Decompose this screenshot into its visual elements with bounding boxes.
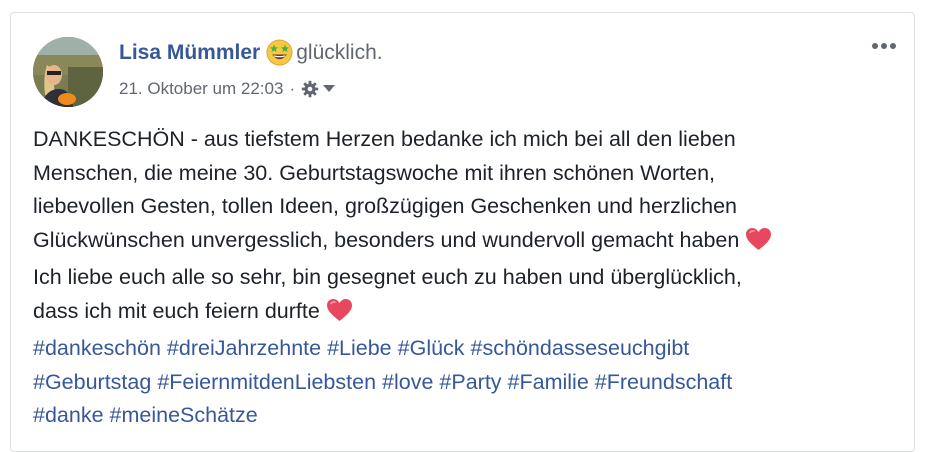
hashtag-link[interactable]: #Freundschaft: [595, 370, 732, 394]
hashtag-line: #dankeschön #dreiJahrzehnte #Liebe #Glüc…: [33, 332, 903, 366]
hashtag-link[interactable]: #dankeschön: [33, 336, 161, 360]
hashtag-line: #danke #meineSchätze: [33, 399, 903, 433]
author-name[interactable]: Lisa Mümmler: [119, 41, 260, 65]
post-meta: 21. Oktober um 22:03 ·: [119, 79, 336, 99]
text-line: DANKESCHÖN - aus tiefstem Herzen bedanke…: [33, 127, 736, 151]
grinning-star-eyes-emoji-icon: [266, 39, 293, 66]
hashtag-link[interactable]: #love: [382, 370, 433, 394]
hashtag-link[interactable]: #Glück: [398, 336, 465, 360]
post-timestamp[interactable]: 21. Oktober um 22:03: [119, 79, 283, 99]
meta-separator: ·: [289, 79, 296, 98]
text-line: liebevollen Gesten, tollen Ideen, großzü…: [33, 194, 737, 218]
post-card: Lisa Mümmler glücklich. 21. Oktober um 2…: [10, 12, 915, 452]
text-line-with-heart: Glückwünschen unvergesslich, besonders u…: [33, 224, 903, 262]
hashtag-link[interactable]: #Geburtstag: [33, 370, 151, 394]
hashtag-link[interactable]: #schöndasseseuchgibt: [471, 336, 690, 360]
avatar[interactable]: [33, 37, 103, 107]
text-line: Glückwünschen unvergesslich, besonders u…: [33, 227, 740, 252]
text-line-with-heart: dass ich mit euch feiern durfte: [33, 295, 903, 333]
text-line: Menschen, die meine 30. Geburtstagswoche…: [33, 160, 715, 185]
gear-icon: [301, 80, 319, 98]
hashtag-link[interactable]: #dreiJahrzehnte: [167, 336, 321, 360]
more-options-icon: [872, 43, 896, 49]
heart-emoji-icon: [326, 298, 353, 333]
hashtag-line: #Geburtstag #FeiernmitdenLiebsten #love …: [33, 366, 903, 400]
text-line: Ich liebe euch alle so sehr, bin gesegne…: [33, 265, 742, 289]
hashtag-link[interactable]: #Party: [439, 370, 501, 394]
chevron-down-icon: [323, 85, 336, 93]
hashtag-link[interactable]: #Liebe: [327, 336, 392, 360]
post-header: Lisa Mümmler glücklich.: [119, 39, 383, 66]
hashtag-link[interactable]: #Familie: [508, 370, 589, 394]
hashtag-link[interactable]: #danke: [33, 403, 104, 427]
more-options-button[interactable]: [868, 39, 900, 53]
text-line: dass ich mit euch feiern durfte: [33, 298, 320, 323]
feeling-text: glücklich.: [296, 40, 383, 64]
hashtag-link[interactable]: #FeiernmitdenLiebsten: [157, 370, 376, 394]
heart-emoji-icon: [745, 227, 772, 262]
post-body: DANKESCHÖN - aus tiefstem Herzen bedanke…: [33, 123, 903, 433]
hashtag-link[interactable]: #meineSchätze: [110, 403, 258, 427]
privacy-selector[interactable]: [301, 80, 336, 98]
